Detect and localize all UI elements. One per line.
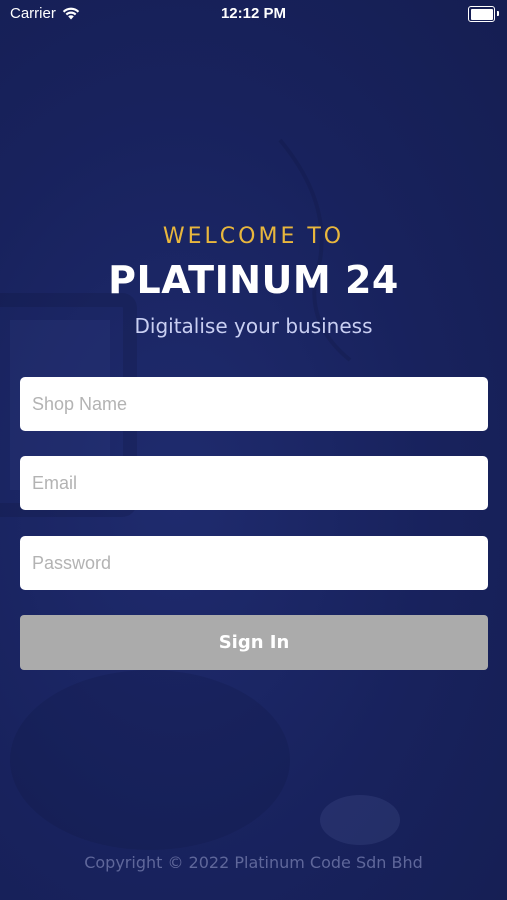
email-input[interactable] bbox=[20, 456, 488, 510]
status-bar: Carrier 12:12 PM bbox=[0, 0, 507, 28]
password-input[interactable] bbox=[20, 536, 488, 590]
flower-shape bbox=[320, 795, 400, 845]
brand-title: PLATINUM 24 bbox=[108, 258, 399, 302]
status-time: 12:12 PM bbox=[220, 5, 287, 22]
sign-in-button[interactable]: Sign In bbox=[20, 615, 488, 670]
background-photo bbox=[0, 138, 400, 850]
battery-fill bbox=[470, 8, 493, 20]
shop-name-input[interactable] bbox=[20, 377, 488, 431]
hand-shadow-shape bbox=[10, 670, 290, 850]
login-screen: Carrier 12:12 PM WELCOME TO PLATINUM 24 … bbox=[0, 0, 507, 900]
tagline: Digitalise your business bbox=[134, 314, 373, 338]
copyright-text: Copyright © 2022 Platinum Code Sdn Bhd bbox=[84, 853, 423, 872]
battery-tip bbox=[497, 11, 499, 16]
battery-icon bbox=[468, 6, 499, 22]
welcome-text: WELCOME TO bbox=[162, 224, 345, 249]
